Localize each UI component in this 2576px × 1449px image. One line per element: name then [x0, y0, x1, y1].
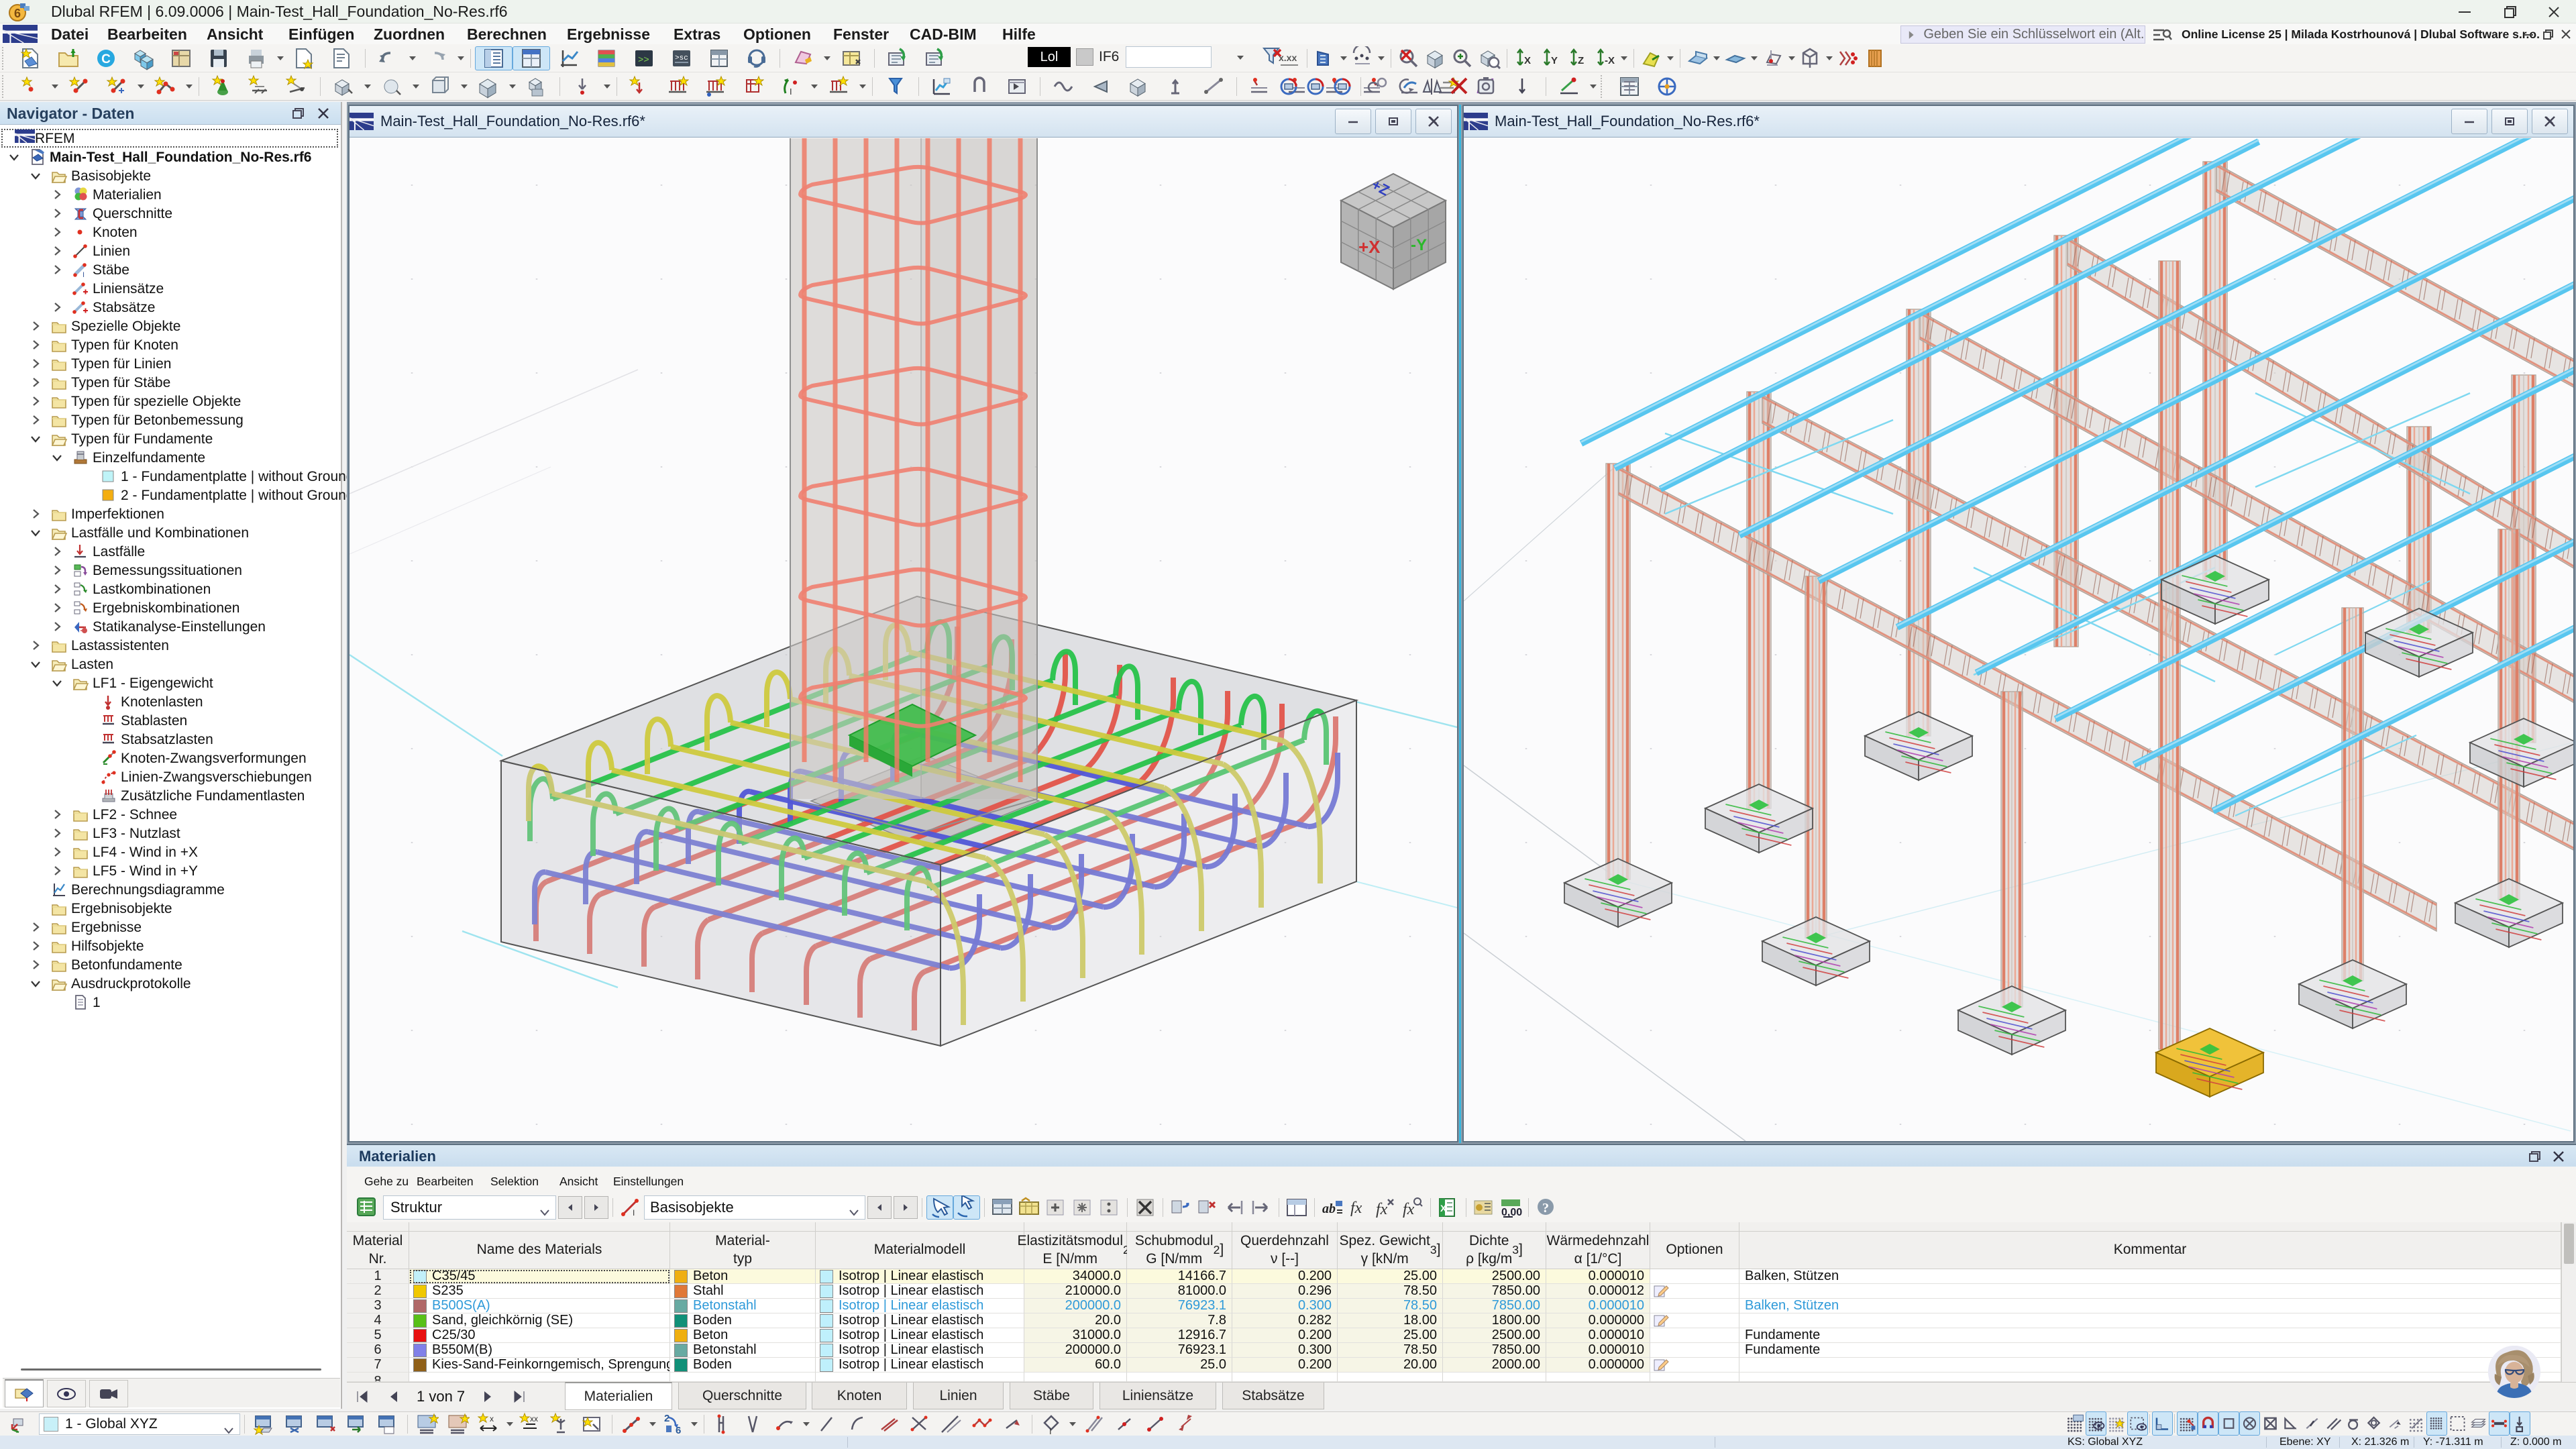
svg-text:I: I: [83, 271, 85, 278]
svg-text:2: 2: [664, 1413, 669, 1424]
svg-text:>>: >>: [638, 55, 649, 66]
svg-text:fx: fx: [1350, 1199, 1362, 1217]
svg-text:Y: Y: [1551, 55, 1558, 66]
svg-text:x: x: [490, 1414, 494, 1424]
svg-text:C: C: [101, 52, 111, 66]
svg-text:6: 6: [676, 1425, 681, 1436]
svg-text:ab: ab: [1322, 1201, 1336, 1216]
svg-text:6: 6: [14, 7, 21, 20]
svg-text:xx: xx: [530, 1414, 538, 1424]
svg-text:fx: fx: [1376, 1201, 1388, 1218]
svg-text:I: I: [790, 87, 792, 97]
svg-text:-X: -X: [1605, 55, 1615, 66]
svg-text:X: X: [1524, 55, 1531, 66]
svg-text:+X: +X: [1358, 237, 1381, 257]
svg-text:>sc: >sc: [675, 54, 688, 62]
svg-text:fx: fx: [1403, 1201, 1415, 1218]
svg-text:-Y: -Y: [1411, 236, 1427, 254]
svg-text:?: ?: [1542, 1201, 1549, 1216]
svg-text:Z: Z: [1578, 55, 1584, 66]
svg-text:X: X: [1440, 1203, 1447, 1214]
svg-text:I: I: [633, 1208, 635, 1218]
svg-text:I: I: [1049, 1426, 1052, 1436]
svg-text:x.xx: x.xx: [1279, 52, 1297, 63]
